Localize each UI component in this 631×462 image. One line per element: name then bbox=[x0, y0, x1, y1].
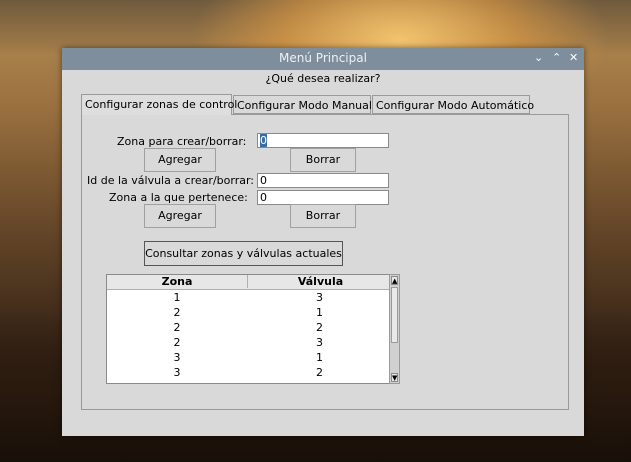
valve-id-label: Id de la válvula a crear/borrar: bbox=[87, 174, 254, 187]
header-zona[interactable]: Zona bbox=[107, 275, 247, 288]
window-title: Menú Principal bbox=[279, 51, 367, 65]
cell-zona: 3 bbox=[173, 366, 181, 379]
tab-configurar-zonas[interactable]: Configurar zonas de control bbox=[81, 94, 237, 115]
table-header: Zona Válvula bbox=[107, 275, 392, 290]
table-row[interactable]: 3 2 bbox=[107, 366, 392, 381]
cell-valvula: 2 bbox=[316, 321, 323, 334]
cell-zona: 2 bbox=[173, 336, 181, 349]
valve-id-input[interactable]: 0 bbox=[257, 173, 389, 188]
table-row[interactable]: 3 1 bbox=[107, 351, 392, 366]
question-label: ¿Qué desea realizar? bbox=[265, 72, 381, 85]
delete-valve-button[interactable]: Borrar bbox=[290, 204, 356, 228]
table-row[interactable]: 2 1 bbox=[107, 306, 392, 321]
cell-valvula: 1 bbox=[316, 306, 323, 319]
cell-zona: 2 bbox=[173, 306, 181, 319]
query-zones-valves-button[interactable]: Consultar zonas y válvulas actuales bbox=[144, 241, 343, 266]
cell-valvula: 3 bbox=[316, 291, 323, 304]
tab-modo-automatico[interactable]: Configurar Modo Automático bbox=[372, 95, 534, 114]
delete-zone-button[interactable]: Borrar bbox=[290, 148, 356, 172]
add-valve-button[interactable]: Agregar bbox=[144, 204, 216, 228]
table-row[interactable]: 2 2 bbox=[107, 321, 392, 336]
scroll-up-icon[interactable]: ▲ bbox=[391, 276, 398, 285]
cell-zona: 1 bbox=[173, 291, 181, 304]
zone-input[interactable]: 0 bbox=[257, 133, 389, 148]
zone-label: Zona para crear/borrar: bbox=[117, 135, 247, 148]
cell-zona: 3 bbox=[173, 351, 181, 364]
maximize-icon[interactable]: ⌃ bbox=[552, 51, 561, 64]
main-window: Menú Principal ⌄ ⌃ ✕ ¿Qué desea realizar… bbox=[62, 48, 584, 436]
close-icon[interactable]: ✕ bbox=[569, 51, 578, 64]
scrollbar-thumb[interactable] bbox=[391, 287, 398, 343]
cell-valvula: 3 bbox=[316, 336, 323, 349]
valve-zone-label: Zona a la que pertenece: bbox=[109, 191, 248, 204]
title-bar[interactable]: Menú Principal ⌄ ⌃ ✕ bbox=[62, 48, 584, 70]
valve-zone-input[interactable]: 0 bbox=[257, 190, 389, 205]
add-zone-button[interactable]: Agregar bbox=[144, 148, 216, 172]
table-row[interactable]: 1 3 bbox=[107, 291, 392, 306]
zones-valves-table[interactable]: Zona Válvula 1 3 2 1 2 2 2 3 3 1 3 2 bbox=[106, 274, 393, 384]
minimize-icon[interactable]: ⌄ bbox=[534, 51, 543, 64]
cell-valvula: 2 bbox=[316, 366, 323, 379]
table-scrollbar[interactable]: ▲ ▼ bbox=[389, 274, 400, 384]
tab-modo-manual[interactable]: Configurar Modo Manual bbox=[233, 95, 372, 114]
table-row[interactable]: 2 3 bbox=[107, 336, 392, 351]
cell-zona: 2 bbox=[173, 321, 181, 334]
cell-valvula: 1 bbox=[316, 351, 323, 364]
header-valvula[interactable]: Válvula bbox=[247, 275, 392, 288]
zone-input-value: 0 bbox=[260, 134, 267, 147]
scroll-down-icon[interactable]: ▼ bbox=[391, 373, 398, 382]
